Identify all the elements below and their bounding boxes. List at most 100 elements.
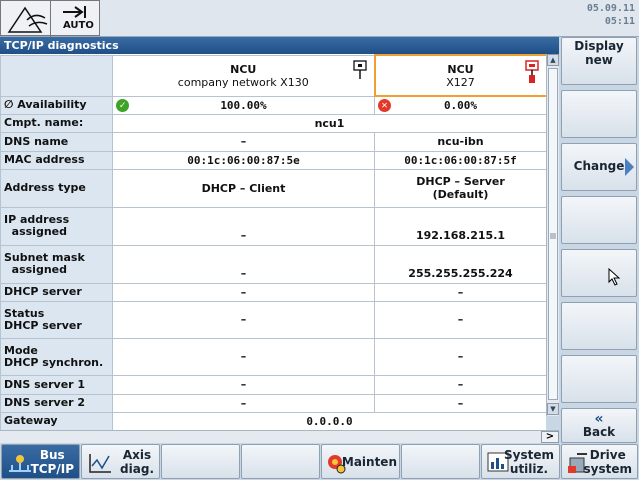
table-row: DNS server 1 – – <box>0 374 546 395</box>
softkey-label: Drive system <box>583 448 633 476</box>
table-row: IP address assigned – 192.168.215.1 <box>0 206 546 246</box>
bus-tcpip-softkey[interactable]: Bus TCP/IP <box>1 444 80 479</box>
softkey-5[interactable] <box>561 249 637 297</box>
softkey-label: Mainten <box>341 455 397 469</box>
ok-icon: ✓ <box>116 98 129 112</box>
table-row: DNS name – ncu-ibn <box>0 131 546 152</box>
cell-value: – <box>112 244 375 284</box>
column-header-x127[interactable]: NCU X127 <box>373 54 546 97</box>
availability-x130: ✓ 100.00% <box>112 95 375 115</box>
cell-value: 0.00% <box>443 98 478 112</box>
cell-value: DHCP – Client <box>112 168 375 208</box>
column-header-title: NCU <box>230 62 257 76</box>
table-row: DHCP server – – <box>0 282 546 302</box>
header-corner <box>0 54 113 97</box>
step-arrow-icon <box>63 6 86 18</box>
cell-value: – <box>112 282 375 302</box>
softkey-label: System utiliz. <box>504 448 554 476</box>
row-label: Mode DHCP synchron. <box>0 337 113 376</box>
availability-x127: ✕ 0.00% <box>374 95 546 115</box>
softkey-7[interactable] <box>561 355 637 403</box>
cell-value: – <box>374 300 546 339</box>
cell-value: – <box>112 206 375 246</box>
column-header-subtitle: X127 <box>446 75 475 89</box>
row-label: ∅ Availability <box>0 95 113 115</box>
softkey-4[interactable] <box>561 196 637 244</box>
network-plug-red-icon <box>524 60 539 83</box>
column-header-x130[interactable]: NCU company network X130 <box>112 54 375 97</box>
cell-value: 100.00% <box>220 98 267 112</box>
diagnostics-table: NCU company network X130 NCU X127 ∅ Avai… <box>0 54 546 430</box>
operating-mode-box: AUTO <box>0 0 100 37</box>
arrow-right-icon <box>625 158 634 176</box>
row-label: Status DHCP server <box>0 300 113 339</box>
row-label: DNS name <box>0 131 113 152</box>
scroll-up-button[interactable]: ▲ <box>547 54 559 66</box>
back-chevrons-icon: « <box>594 411 604 427</box>
cell-value: – <box>374 282 546 302</box>
drive-system-softkey[interactable]: Drive system <box>561 444 638 479</box>
cell-value: ncu1 <box>112 113 546 133</box>
display-new-softkey[interactable]: Display new <box>561 37 637 85</box>
vertical-softkey-bar: Display new Change « Back <box>559 37 639 443</box>
row-label: MAC address <box>0 150 113 170</box>
network-plug-icon <box>352 59 367 79</box>
softkey-label: Bus TCP/IP <box>30 448 74 476</box>
cell-value: – <box>374 393 546 413</box>
softkey-label: Axis diag. <box>120 448 154 476</box>
softkey-6[interactable] <box>561 302 637 350</box>
scroll-down-button[interactable]: ▼ <box>547 403 559 415</box>
row-label: Subnet mask assigned <box>0 244 113 284</box>
softkey-label <box>562 356 636 357</box>
softkey-label <box>562 197 636 198</box>
scroll-thumb[interactable] <box>548 68 558 400</box>
cell-value: ncu-ibn <box>374 131 546 152</box>
cell-value: – <box>112 131 375 152</box>
system-utilization-softkey[interactable]: System utiliz. <box>481 444 560 479</box>
softkey-h3[interactable] <box>161 444 240 479</box>
table-row: Subnet mask assigned – 255.255.255.224 <box>0 244 546 284</box>
horizontal-scrollbar[interactable]: > <box>0 430 559 443</box>
softkey-2[interactable] <box>561 90 637 138</box>
cell-value: – <box>374 337 546 376</box>
date-time: 05.09.11 05:11 <box>587 2 635 28</box>
row-label: Gateway <box>0 411 113 430</box>
axis-diag-softkey[interactable]: Axis diag. <box>81 444 160 479</box>
row-label: DNS server 2 <box>0 393 113 413</box>
error-icon: ✕ <box>378 99 391 112</box>
mouse-cursor-icon <box>608 268 621 286</box>
status-bar: AUTO 05.09.11 05:11 <box>0 0 639 37</box>
column-header-subtitle: company network X130 <box>177 75 309 89</box>
softkey-label <box>562 91 636 92</box>
back-softkey[interactable]: « Back <box>561 408 637 443</box>
softkey-h4[interactable] <box>241 444 320 479</box>
cell-value: 255.255.255.224 <box>374 244 546 284</box>
table-row: Mode DHCP synchron. – – <box>0 337 546 376</box>
scroll-right-button[interactable]: > <box>541 431 559 443</box>
grip-icon <box>550 233 556 239</box>
cell-value: – <box>374 374 546 395</box>
cell-value: – <box>112 374 375 395</box>
softkey-label: Back <box>582 425 616 439</box>
cell-value: – <box>112 393 375 413</box>
table-row: Gateway 0.0.0.0 <box>0 411 546 430</box>
axis-diagram-icon <box>89 454 111 473</box>
table-row: Cmpt. name: ncu1 <box>0 113 546 133</box>
table-row: Address type DHCP – Client DHCP – Server… <box>0 168 546 208</box>
reset-status-icon <box>7 6 48 33</box>
table-row: Status DHCP server – – <box>0 300 546 339</box>
maintenance-softkey[interactable]: Mainten <box>321 444 400 479</box>
softkey-label <box>562 250 636 251</box>
row-label: Cmpt. name: <box>0 113 113 133</box>
table-header-row: NCU company network X130 NCU X127 <box>0 54 546 97</box>
cell-value: 00:1c:06:00:87:5e <box>112 150 375 170</box>
change-softkey[interactable]: Change <box>561 143 637 191</box>
vertical-scrollbar[interactable]: ▲ ▼ <box>546 54 559 416</box>
horizontal-softkey-bar: Bus TCP/IP Axis diag. Mainten System uti… <box>0 443 639 480</box>
mode-label: AUTO <box>63 20 94 31</box>
row-label: Address type <box>0 168 113 208</box>
window-title: TCP/IP diagnostics <box>0 37 559 54</box>
column-header-title: NCU <box>447 62 474 76</box>
softkey-h6[interactable] <box>401 444 480 479</box>
hmi-screen: AUTO 05.09.11 05:11 TCP/IP diagnostics N… <box>0 0 639 480</box>
